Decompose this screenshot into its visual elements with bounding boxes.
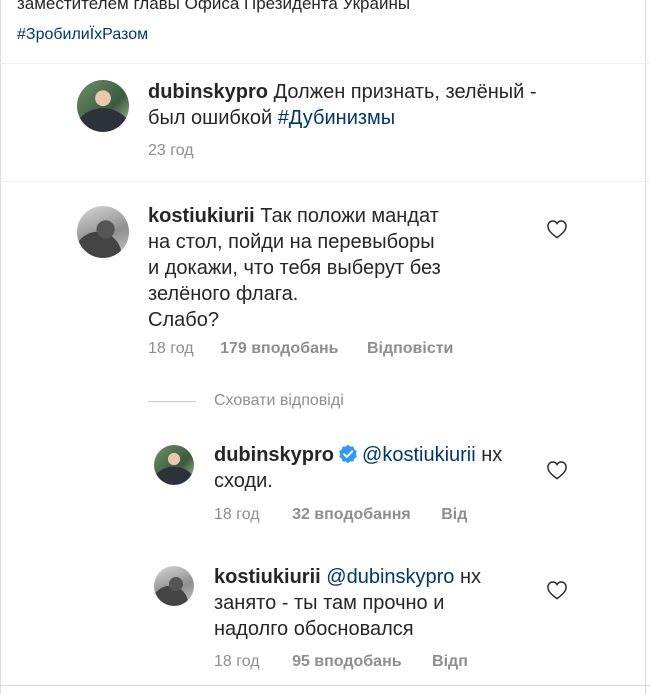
comment-body: dubinskypro Должен признать, зелёный - б… — [148, 79, 568, 131]
reply-mention-link[interactable]: @kostiukiurii — [362, 444, 476, 466]
reply-meta: 18 год 95 вподобань Відп — [214, 653, 468, 671]
reply-text-line: надолго обосновался — [214, 618, 414, 640]
divider — [0, 63, 650, 64]
avatar[interactable] — [77, 206, 129, 258]
heart-outline-icon[interactable] — [546, 460, 568, 480]
comment-text-line: и докажи, что тебя выберут без — [148, 257, 441, 279]
caption-hashtag-link[interactable]: #ЗробилиЇхРазом — [17, 26, 148, 44]
reply-button[interactable]: Відповісти — [367, 340, 453, 357]
caption-text: заместителем главы Офиса Президента Укра… — [17, 0, 411, 13]
reply-time[interactable]: 18 год — [214, 653, 260, 670]
comment-username[interactable]: dubinskypro — [148, 81, 268, 103]
comment-hashtag-link[interactable]: #Дубинизмы — [278, 107, 395, 129]
reply-text-line: нх — [475, 444, 503, 466]
comment-username[interactable]: kostiukiurii — [148, 205, 255, 227]
reply-meta: 18 год 32 вподобання Від — [214, 506, 467, 524]
hide-replies-button[interactable]: Сховати відповіді — [214, 392, 344, 410]
frame-left-border — [0, 0, 1, 694]
reply-body: dubinskypro @kostiukiurii нх сходи. — [214, 442, 534, 494]
reply-username[interactable]: kostiukiurii — [214, 566, 321, 588]
divider — [0, 181, 650, 182]
verified-badge-icon — [339, 444, 357, 464]
reply-likes[interactable]: 95 вподобань — [292, 653, 402, 670]
frame-right-border — [645, 0, 646, 694]
reply-likes[interactable]: 32 вподобання — [292, 506, 411, 523]
heart-outline-icon[interactable] — [546, 580, 568, 600]
reply-body: kostiukiurii @dubinskypro нх занято - ты… — [214, 564, 534, 642]
comment-time[interactable]: 23 год — [148, 142, 194, 160]
comment-text-line: Так положи мандат — [254, 205, 439, 227]
heart-outline-icon[interactable] — [546, 219, 568, 239]
comment-likes[interactable]: 179 вподобань — [220, 340, 338, 357]
avatar[interactable] — [77, 80, 129, 132]
comment-meta: 18 год 179 вподобань Відповісти — [148, 340, 453, 358]
divider — [0, 685, 650, 686]
comment-text-line: на стол, пойди на перевыборы — [148, 231, 435, 253]
reply-text-line: нх — [454, 566, 482, 588]
reply-time[interactable]: 18 год — [214, 506, 260, 523]
avatar[interactable] — [154, 445, 194, 485]
reply-button[interactable]: Від — [441, 506, 467, 523]
comment-time[interactable]: 18 год — [148, 340, 194, 357]
reply-mention-link[interactable]: @dubinskypro — [326, 566, 454, 588]
comment-text-line: Слабо? — [148, 309, 219, 331]
reply-button[interactable]: Відп — [432, 653, 468, 670]
replies-line — [148, 401, 196, 402]
reply-username[interactable]: dubinskypro — [214, 444, 334, 466]
comment-body: kostiukiurii Так положи мандат на стол, … — [148, 203, 528, 333]
reply-text-line: занято - ты там прочно и — [214, 592, 445, 614]
reply-text-line: сходи. — [214, 470, 273, 492]
avatar[interactable] — [154, 566, 194, 606]
comment-text-line: зелёного флага. — [148, 283, 299, 305]
